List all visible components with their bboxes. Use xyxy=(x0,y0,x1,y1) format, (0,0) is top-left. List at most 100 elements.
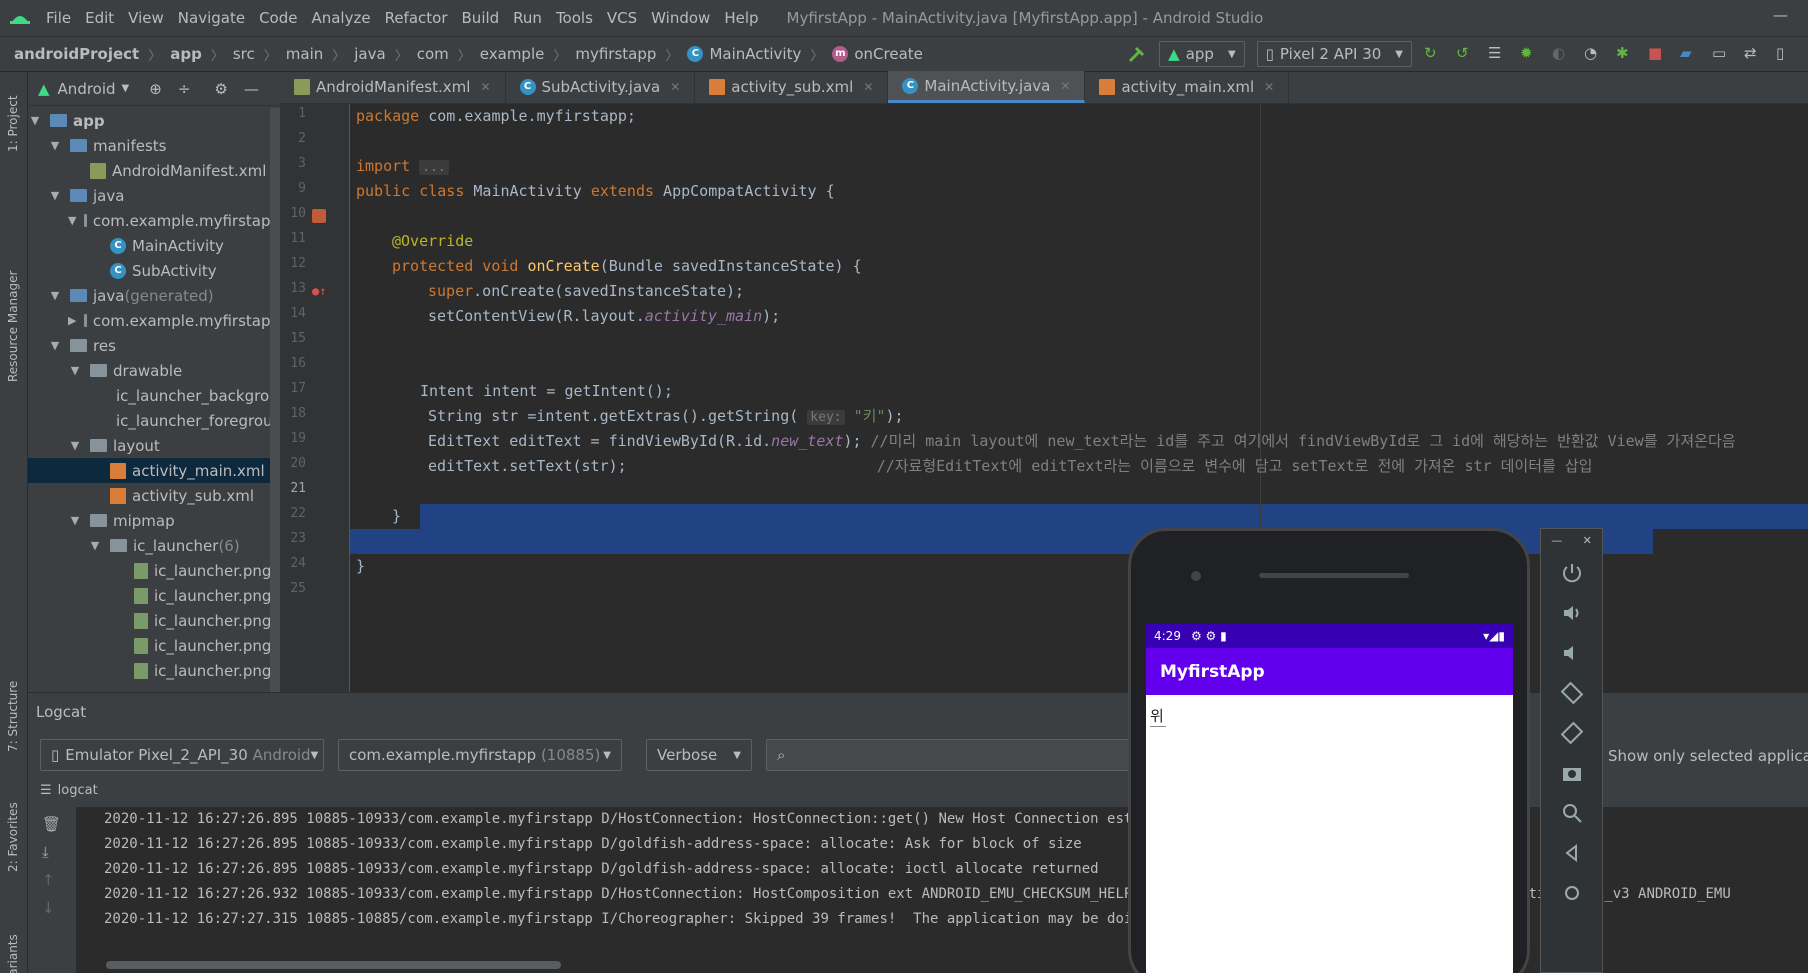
logcat-search-input[interactable]: ⌕ xyxy=(766,739,1136,771)
logcat-subtab[interactable]: ☰ logcat xyxy=(40,777,98,803)
back-icon[interactable] xyxy=(1560,841,1584,865)
chevron-down-icon[interactable]: ▼ xyxy=(122,83,130,94)
rotate-right-icon[interactable] xyxy=(1560,721,1584,745)
crumb-main[interactable]: main xyxy=(286,45,323,63)
apply-changes-icon[interactable]: ↻ xyxy=(1424,44,1444,64)
tree-item-app[interactable]: ▼ app xyxy=(28,108,280,133)
edit-text-field[interactable]: 위 xyxy=(1150,705,1166,727)
sync-icon[interactable]: ⇄ xyxy=(1744,44,1764,64)
logcat-device-select[interactable]: ▯ Emulator Pixel_2_API_30 Android ▼ xyxy=(40,739,324,771)
menu-analyze[interactable]: Analyze xyxy=(311,9,370,27)
menu-help[interactable]: Help xyxy=(724,9,758,27)
tree-item-png[interactable]: ic_launcher.png xyxy=(28,633,280,658)
menu-window[interactable]: Window xyxy=(651,9,710,27)
resource-manager-tool-tab[interactable]: Resource Manager xyxy=(6,271,20,382)
emulator-screen[interactable]: 4:29 ⚙ ⚙ ▮ ▾◢▮ MyfirstApp 위 xyxy=(1146,624,1513,973)
structure-tool-tab[interactable]: 7: Structure xyxy=(6,681,20,752)
crumb-oncreate[interactable]: onCreate xyxy=(854,45,923,63)
crumb-com[interactable]: com xyxy=(417,45,449,63)
sdk-manager-icon[interactable]: ▰ xyxy=(1680,44,1700,64)
close-icon[interactable]: ✕ xyxy=(1060,79,1070,93)
coverage-icon[interactable]: ◐ xyxy=(1552,44,1572,64)
run-config-select[interactable]: ▲ app ▼ xyxy=(1159,41,1245,67)
volume-up-icon[interactable] xyxy=(1560,601,1584,625)
tree-item-manifests[interactable]: ▼ manifests xyxy=(28,133,280,158)
crumb-myfirstapp[interactable]: myfirstapp xyxy=(575,45,656,63)
close-icon[interactable]: ✕ xyxy=(863,80,873,94)
logcat-level-select[interactable]: Verbose ▼ xyxy=(646,739,752,771)
stop-icon[interactable]: ■ xyxy=(1648,44,1668,64)
screenshot-camera-icon[interactable] xyxy=(1560,761,1584,785)
device-select[interactable]: ▯ Pixel 2 API 30 ▼ xyxy=(1256,41,1412,67)
crumb-project[interactable]: androidProject xyxy=(14,45,139,63)
menu-code[interactable]: Code xyxy=(259,9,297,27)
tree-item-mainactivity[interactable]: C MainActivity xyxy=(28,233,280,258)
list-icon[interactable]: ☰ xyxy=(1488,44,1508,64)
tree-item-androidmanifest[interactable]: AndroidManifest.xml xyxy=(28,158,280,183)
profile-icon[interactable]: ◔ xyxy=(1584,44,1604,64)
apply-code-changes-icon[interactable]: ↺ xyxy=(1456,44,1476,64)
menu-view[interactable]: View xyxy=(128,9,164,27)
tree-item-png[interactable]: ic_launcher.png xyxy=(28,658,280,683)
tab-androidmanifest[interactable]: AndroidManifest.xml ✕ xyxy=(280,71,506,103)
menu-tools[interactable]: Tools xyxy=(556,9,593,27)
crumb-src[interactable]: src xyxy=(233,45,255,63)
project-scrollbar[interactable] xyxy=(270,108,280,692)
device-manager-icon[interactable]: ▯ xyxy=(1776,44,1796,64)
tree-item-drawable[interactable]: ▼ drawable xyxy=(28,358,280,383)
close-icon[interactable]: ✕ xyxy=(480,80,490,94)
logcat-filter-option[interactable]: Show only selected application xyxy=(1608,747,1808,765)
menu-navigate[interactable]: Navigate xyxy=(178,9,245,27)
rotate-left-icon[interactable] xyxy=(1560,681,1584,705)
debug-icon[interactable]: ✹ xyxy=(1520,44,1540,64)
collapse-all-icon[interactable]: ÷ xyxy=(178,80,191,98)
tree-item-subactivity[interactable]: C SubActivity xyxy=(28,258,280,283)
tree-item-package[interactable]: ▼ com.example.myfirstapp xyxy=(28,208,280,233)
trash-icon[interactable]: 🗑 xyxy=(42,815,76,833)
crumb-app[interactable]: app xyxy=(170,45,202,63)
override-gutter-icon[interactable]: ●↑ xyxy=(312,284,326,298)
tree-item-png[interactable]: ic_launcher.png xyxy=(28,558,280,583)
favorites-tool-tab[interactable]: 2: Favorites xyxy=(6,802,20,872)
avd-manager-icon[interactable]: ▭ xyxy=(1712,44,1732,64)
zoom-icon[interactable] xyxy=(1560,801,1584,825)
crumb-mainactivity[interactable]: MainActivity xyxy=(709,45,801,63)
tab-activity-main[interactable]: activity_main.xml ✕ xyxy=(1085,71,1290,103)
menu-build[interactable]: Build xyxy=(462,9,500,27)
tree-item-ic-launcher-background[interactable]: ic_launcher_background.xml xyxy=(28,383,280,408)
tree-item-mipmap[interactable]: ▼ mipmap xyxy=(28,508,280,533)
menu-run[interactable]: Run xyxy=(513,9,542,27)
tree-item-activity-main[interactable]: activity_main.xml xyxy=(28,458,280,483)
tab-mainactivity[interactable]: C MainActivity.java ✕ xyxy=(888,71,1086,103)
close-icon[interactable]: ✕ xyxy=(1583,534,1592,547)
up-icon[interactable]: ↑ xyxy=(42,871,76,889)
power-icon[interactable] xyxy=(1560,561,1584,585)
tab-subactivity[interactable]: C SubActivity.java ✕ xyxy=(506,71,696,103)
project-view-select[interactable]: Android xyxy=(58,80,116,98)
menu-vcs[interactable]: VCS xyxy=(607,9,637,27)
tree-item-package-generated[interactable]: ▶ com.example.myfirstapp xyxy=(28,308,280,333)
volume-down-icon[interactable] xyxy=(1560,641,1584,665)
locate-icon[interactable]: ⊕ xyxy=(149,80,162,98)
log-scrollbar[interactable] xyxy=(106,961,561,969)
tree-item-ic-launcher-foreground[interactable]: ic_launcher_foreground.xml xyxy=(28,408,280,433)
minimize-icon[interactable]: — xyxy=(1773,6,1788,24)
android-activity-gutter-icon[interactable] xyxy=(312,209,326,223)
tree-item-res[interactable]: ▼ res xyxy=(28,333,280,358)
tree-item-png[interactable]: ic_launcher.png xyxy=(28,608,280,633)
project-tool-tab[interactable]: 1: Project xyxy=(6,95,20,152)
close-icon[interactable]: ✕ xyxy=(1264,80,1274,94)
down-icon[interactable]: ↓ xyxy=(42,899,76,917)
menu-edit[interactable]: Edit xyxy=(85,9,114,27)
hide-panel-icon[interactable]: — xyxy=(244,80,259,98)
hammer-build-icon[interactable] xyxy=(1127,44,1147,64)
logcat-process-select[interactable]: com.example.myfirstapp (10885) ▼ xyxy=(338,739,622,771)
close-icon[interactable]: ✕ xyxy=(670,80,680,94)
gear-icon[interactable]: ⚙ xyxy=(214,80,227,98)
attach-debugger-icon[interactable]: ✱ xyxy=(1616,44,1636,64)
crumb-example[interactable]: example xyxy=(480,45,545,63)
menu-file[interactable]: File xyxy=(46,9,71,27)
tree-item-java-generated[interactable]: ▼ java (generated) xyxy=(28,283,280,308)
tree-item-png[interactable]: ic_launcher.png xyxy=(28,583,280,608)
tree-item-ic-launcher[interactable]: ▼ ic_launcher (6) xyxy=(28,533,280,558)
